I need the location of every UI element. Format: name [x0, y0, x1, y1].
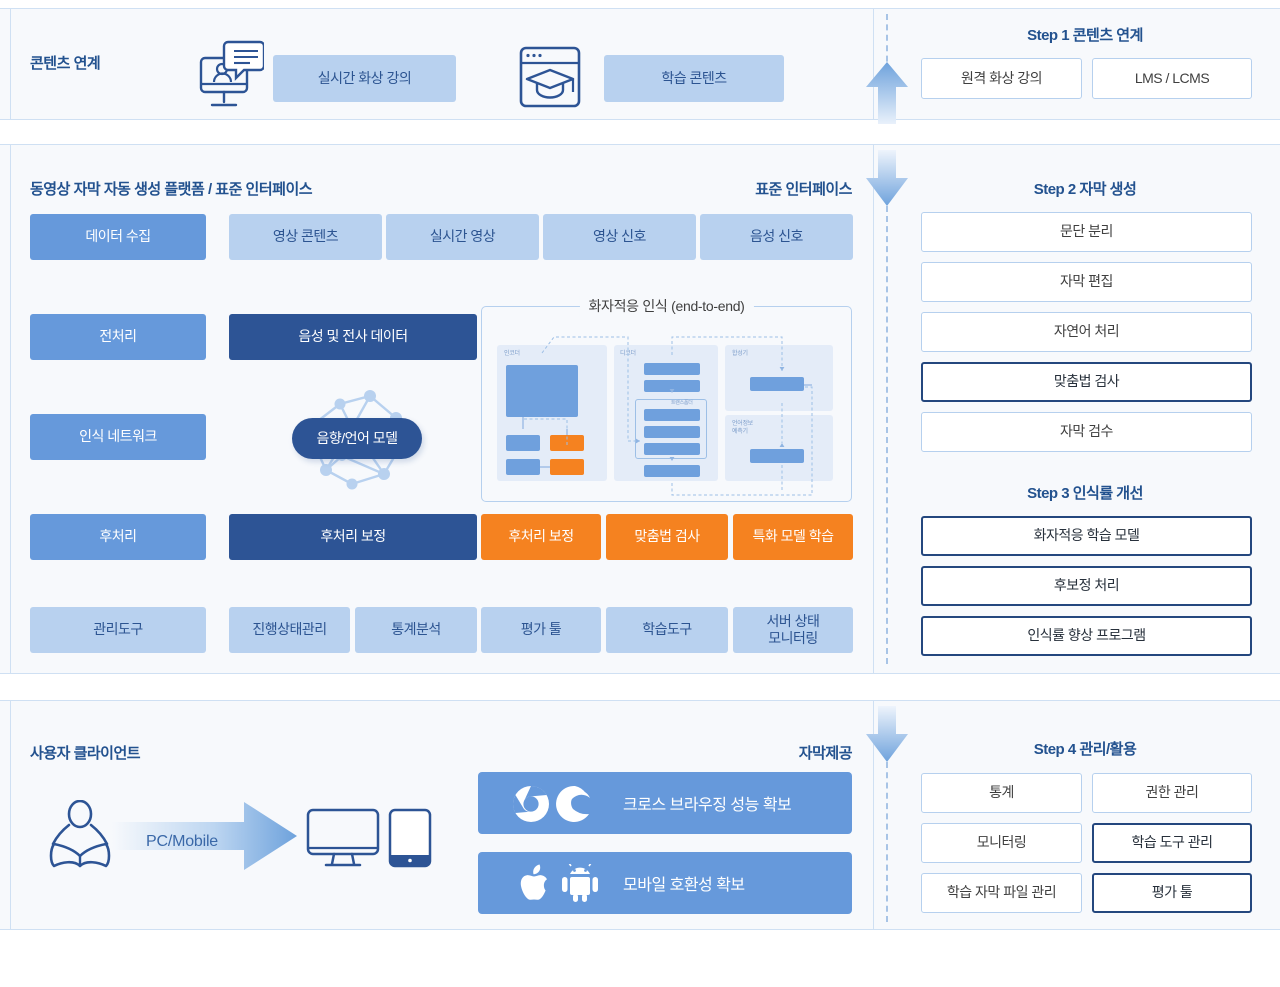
- platform-title: 동영상 자막 자동 생성 플랫폼 / 표준 인터페이스: [30, 181, 313, 198]
- step4-item-subtitle-file-management[interactable]: 학습 자막 파일 관리: [921, 873, 1082, 913]
- step1-item-remote-lecture[interactable]: 원격 화상 강의: [921, 58, 1082, 99]
- step2-item-nlp[interactable]: 자연어 처리: [921, 312, 1252, 352]
- compat-cross-browsing-label: 크로스 브라우징 성능 확보: [623, 797, 792, 814]
- diagram-canvas: 콘텐츠 연계 실시간 화상 강의 학습 콘텐츠 Step 1 콘텐츠 연계 원격…: [0, 0, 1280, 987]
- step3-item-postcorrection[interactable]: 후보정 처리: [921, 566, 1252, 606]
- tool-item-learning-tool[interactable]: 학습도구: [606, 607, 728, 653]
- content-linkage-title: 콘텐츠 연계: [30, 55, 101, 72]
- collect-item-video-content[interactable]: 영상 콘텐츠: [229, 214, 382, 260]
- step3-item-speaker-adaptive-model[interactable]: 화자적응 학습 모델: [921, 516, 1252, 556]
- step2-item-spellcheck[interactable]: 맞춤법 검사: [921, 362, 1252, 402]
- collect-item-realtime-video[interactable]: 실시간 영상: [386, 214, 539, 260]
- compat-mobile-label: 모바일 호환성 확보: [623, 877, 745, 894]
- desktop-monitor-icon: [306, 808, 380, 868]
- video-lecture-monitor-icon: [198, 40, 264, 112]
- block-speech-transcript-data[interactable]: 음성 및 전사 데이터: [229, 314, 477, 360]
- tool-item-statistics-analysis[interactable]: 통계분석: [355, 607, 477, 653]
- flow-spine-bottom: [886, 762, 888, 922]
- compat-cross-browsing[interactable]: 크로스 브라우징 성능 확보: [478, 772, 852, 834]
- collect-item-audio-signal[interactable]: 음성 신호: [700, 214, 853, 260]
- block-postprocess-correction-main[interactable]: 후처리 보정: [229, 514, 477, 560]
- step4-item-statistics[interactable]: 통계: [921, 773, 1082, 813]
- step4-item-learning-tool-management[interactable]: 학습 도구 관리: [1092, 823, 1252, 863]
- step2-item-paragraph-split[interactable]: 문단 분리: [921, 212, 1252, 252]
- edge-icon: [556, 785, 594, 823]
- chrome-icon: [512, 785, 550, 823]
- tablet-icon: [388, 808, 432, 868]
- compat-mobile[interactable]: 모바일 호환성 확보: [478, 852, 852, 914]
- step4-item-evaluation-tool[interactable]: 평가 툴: [1092, 873, 1252, 913]
- block-realtime-video-lecture[interactable]: 실시간 화상 강의: [273, 55, 456, 102]
- collect-item-video-signal[interactable]: 영상 신호: [543, 214, 696, 260]
- person-reading-book-icon: [48, 800, 112, 872]
- subtitle-delivery-label: 자막제공: [798, 745, 853, 762]
- step1-title: Step 1 콘텐츠 연계: [1027, 27, 1143, 44]
- step4-title: Step 4 관리/활용: [1033, 741, 1137, 758]
- step2-item-subtitle-edit[interactable]: 자막 편집: [921, 262, 1252, 302]
- step1-item-lms-lcms[interactable]: LMS / LCMS: [1092, 58, 1252, 99]
- flow-arrow-up: [864, 62, 910, 128]
- e2e-recognition-diagram: 화자적응 인식 (end-to-end) 인코더 디코더 트랜스폼더 합성기 언…: [481, 296, 852, 502]
- stage-recognition-network[interactable]: 인식 네트워크: [30, 414, 206, 460]
- tool-item-evaluation-tool[interactable]: 평가 툴: [481, 607, 601, 653]
- learning-content-browser-icon: [519, 46, 581, 108]
- flow-spine-middle: [886, 206, 888, 664]
- step2-item-subtitle-review[interactable]: 자막 검수: [921, 412, 1252, 452]
- block-learning-content[interactable]: 학습 콘텐츠: [604, 55, 784, 102]
- step3-title: Step 3 인식률 개선: [1027, 485, 1143, 502]
- orange-item-spellcheck[interactable]: 맞춤법 검사: [606, 514, 728, 560]
- step4-item-monitoring[interactable]: 모니터링: [921, 823, 1082, 863]
- user-client-title: 사용자 클라이언트: [30, 745, 141, 762]
- tool-item-server-status-monitoring[interactable]: 서버 상태 모니터링: [733, 607, 853, 653]
- tool-item-progress-management[interactable]: 진행상태관리: [229, 607, 350, 653]
- e2e-connectors: [522, 336, 813, 496]
- step4-item-permission-management[interactable]: 권한 관리: [1092, 773, 1252, 813]
- stage-preprocess[interactable]: 전처리: [30, 314, 206, 360]
- stage-data-collection[interactable]: 데이터 수집: [30, 214, 206, 260]
- step3-item-accuracy-improvement-program[interactable]: 인식률 향상 프로그램: [921, 616, 1252, 656]
- pc-mobile-label: PC/Mobile: [146, 833, 219, 850]
- standard-interface-label-right: 표준 인터페이스: [755, 181, 852, 198]
- apple-icon: [518, 864, 550, 902]
- orange-item-postprocess-correction[interactable]: 후처리 보정: [481, 514, 601, 560]
- step2-title: Step 2 자막 생성: [1033, 181, 1137, 198]
- stage-postprocess[interactable]: 후처리: [30, 514, 206, 560]
- android-icon: [560, 864, 600, 902]
- stage-management-tools[interactable]: 관리도구: [30, 607, 206, 653]
- orange-item-specialized-model-training[interactable]: 특화 모델 학습: [733, 514, 853, 560]
- pill-acoustic-language-model[interactable]: 음향/언어 모델: [292, 418, 422, 459]
